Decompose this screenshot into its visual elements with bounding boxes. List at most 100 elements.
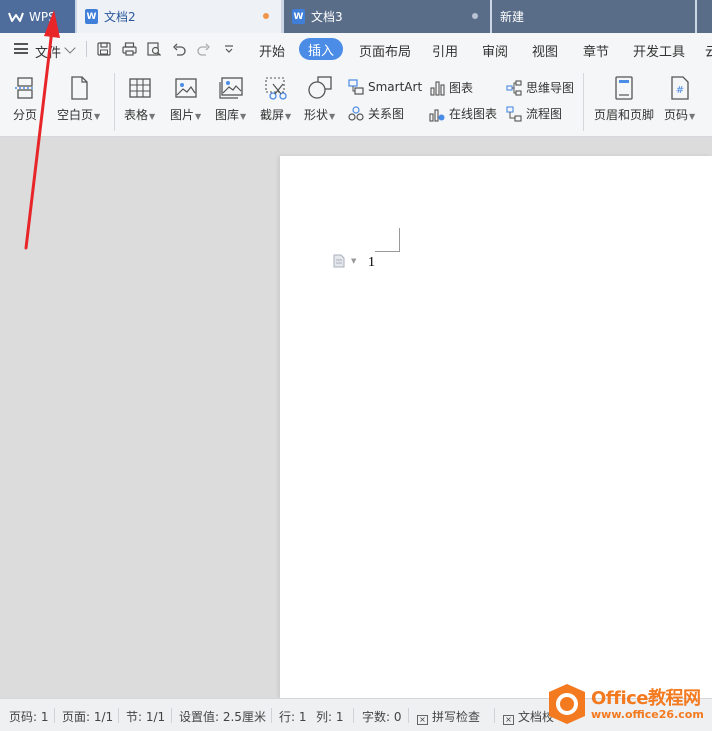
checkbox-icon: ×: [417, 715, 428, 725]
svg-text:#: #: [675, 85, 683, 96]
menu-tab-page-layout[interactable]: 页面布局: [359, 41, 411, 60]
status-page-number[interactable]: 页码: 1: [9, 708, 49, 725]
gallery-button[interactable]: 图库▼: [215, 75, 246, 123]
customize-quick-access-icon[interactable]: [220, 40, 238, 58]
status-divider: [271, 708, 272, 723]
table-button[interactable]: 表格▼: [124, 75, 155, 123]
mindmap-button[interactable]: 思维导图: [506, 79, 574, 96]
relation-diagram-label: 关系图: [368, 107, 405, 121]
menu-tab-chapter[interactable]: 章节: [583, 41, 609, 60]
tab-document-3[interactable]: W 文档3: [284, 0, 490, 33]
document-canvas[interactable]: [0, 138, 712, 698]
bar-chart-icon: [429, 80, 445, 96]
chevron-down-icon[interactable]: ▼: [351, 257, 356, 265]
menu-tab-references[interactable]: 引用: [432, 41, 458, 60]
page-break-label: 分页: [12, 108, 37, 122]
flowchart-button[interactable]: 流程图: [506, 105, 562, 122]
menu-tab-developer[interactable]: 开发工具: [633, 41, 685, 60]
screenshot-button[interactable]: 截屏▼: [260, 75, 291, 123]
picture-button[interactable]: 图片▼: [170, 75, 201, 123]
watermark-url: www.office26.com: [591, 708, 704, 721]
chart-button[interactable]: 图表: [429, 79, 473, 96]
tab-document-3-label: 文档3: [311, 10, 343, 24]
margin-corner-mark: [399, 228, 400, 252]
tab-wps-label: WPS: [29, 9, 56, 24]
status-pages[interactable]: 页面: 1/1: [62, 708, 113, 725]
watermark-title: Office教程网: [591, 688, 701, 709]
shapes-icon: [307, 75, 333, 101]
page-number-label: 页码▼: [664, 108, 696, 122]
status-divider: [494, 708, 495, 723]
menu-tab-insert[interactable]: 插入: [299, 38, 343, 60]
table-label: 表格▼: [124, 108, 156, 122]
mindmap-icon: [506, 79, 522, 96]
title-tab-bar: WPS W 文档2 W 文档3 新建: [0, 0, 712, 33]
spell-check-label: 拼写检查: [432, 710, 481, 724]
smartart-button[interactable]: SmartArt: [348, 79, 422, 95]
tab-document-2[interactable]: W 文档2: [77, 0, 281, 33]
status-divider: [408, 708, 409, 723]
status-section[interactable]: 节: 1/1: [126, 708, 165, 725]
status-divider: [54, 708, 55, 723]
picture-icon: [173, 75, 199, 101]
page-number-button[interactable]: # 页码▼: [664, 75, 695, 123]
redo-icon[interactable]: [195, 40, 213, 58]
tab-wps-home[interactable]: WPS: [0, 0, 75, 33]
mindmap-label: 思维导图: [526, 81, 575, 95]
document-text[interactable]: 1: [368, 255, 375, 271]
word-document-icon: W: [85, 9, 98, 24]
document-page[interactable]: [280, 156, 712, 698]
menu-bar: 文件 开始 插入 页面布局 引用 审阅 视图 章节 开发工具 云: [0, 33, 712, 65]
save-icon[interactable]: [95, 40, 113, 58]
hamburger-menu-icon[interactable]: [14, 43, 28, 54]
flowchart-label: 流程图: [526, 107, 563, 121]
status-column[interactable]: 列: 1: [316, 708, 344, 725]
menu-tab-review[interactable]: 审阅: [482, 41, 508, 60]
file-menu[interactable]: 文件: [35, 42, 61, 61]
chevron-down-icon: ▼: [149, 112, 156, 121]
paragraph-layout-icon[interactable]: [333, 254, 345, 268]
insert-ribbon: 分页 空白页▼ 表格▼ 图片▼ 图库▼ 截屏▼ 形状▼ SmartArt 关系图…: [0, 65, 712, 137]
status-word-count[interactable]: 字数: 0: [362, 708, 402, 725]
shape-button[interactable]: 形状▼: [304, 75, 335, 123]
flowchart-icon: [506, 105, 522, 122]
tab-new-label: 新建: [500, 10, 525, 24]
tab-document-2-label: 文档2: [104, 10, 136, 24]
spell-check-toggle[interactable]: × 拼写检查: [417, 708, 480, 725]
page-break-icon: [12, 75, 38, 101]
close-tab-dot-icon[interactable]: [472, 13, 478, 19]
relation-diagram-button[interactable]: 关系图: [348, 105, 404, 122]
unsaved-dot-icon[interactable]: [263, 13, 269, 19]
ribbon-divider: [114, 73, 115, 131]
menu-tab-home[interactable]: 开始: [259, 41, 285, 60]
status-row[interactable]: 行: 1: [279, 708, 307, 725]
header-footer-button[interactable]: 页眉和页脚: [594, 75, 654, 123]
wps-logo-icon: [8, 12, 24, 22]
page-number-icon: #: [667, 75, 693, 101]
undo-icon[interactable]: [170, 40, 188, 58]
shape-label: 形状▼: [304, 108, 336, 122]
print-preview-icon[interactable]: [145, 40, 163, 58]
smartart-label: SmartArt: [368, 80, 423, 94]
table-icon: [127, 75, 153, 101]
divider: [86, 41, 87, 57]
blank-page-button[interactable]: 空白页▼: [57, 75, 100, 123]
print-icon[interactable]: [120, 40, 138, 58]
online-chart-button[interactable]: 在线图表: [429, 105, 497, 122]
chevron-down-icon: ▼: [195, 112, 202, 121]
chevron-down-icon: ▼: [285, 112, 292, 121]
page-break-button[interactable]: 分页: [12, 75, 38, 123]
menu-tab-view[interactable]: 视图: [532, 41, 558, 60]
word-document-icon: W: [292, 9, 305, 24]
tab-new[interactable]: 新建: [492, 0, 695, 33]
chevron-down-icon: ▼: [94, 112, 101, 121]
chevron-down-icon[interactable]: [64, 42, 76, 54]
status-setting-value[interactable]: 设置值: 2.5厘米: [179, 708, 266, 725]
header-footer-icon: [611, 75, 637, 101]
blank-page-label: 空白页▼: [57, 108, 101, 122]
picture-label: 图片▼: [170, 108, 202, 122]
office-logo-icon: [549, 684, 585, 724]
menu-tab-cloud[interactable]: 云: [705, 41, 712, 60]
chevron-down-icon: ▼: [329, 112, 336, 121]
tab-overflow[interactable]: [697, 0, 712, 33]
